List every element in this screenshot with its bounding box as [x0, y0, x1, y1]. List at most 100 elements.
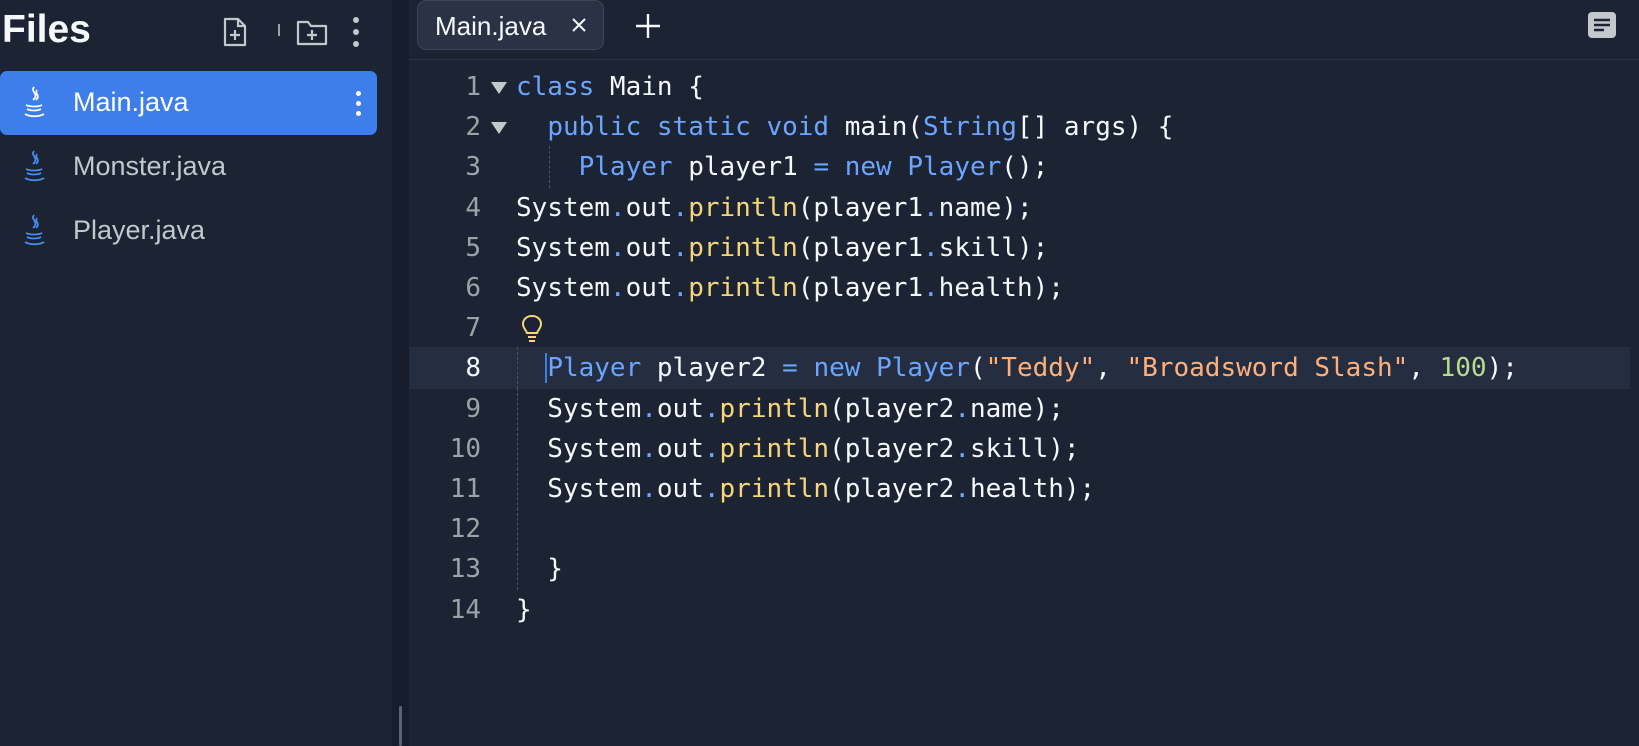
code-token: (player1 — [797, 232, 924, 263]
code-token: = — [813, 152, 830, 183]
code-token: health); — [938, 273, 1064, 303]
code-token: . — [609, 192, 626, 223]
folder-plus-icon — [296, 20, 328, 46]
java-icon — [24, 214, 45, 246]
code-token: new — [813, 353, 861, 384]
code-token: (player1 — [797, 273, 924, 303]
file-explorer: Files Main.java Monster.java Player.java — [0, 0, 392, 746]
code-token: out — [656, 474, 704, 504]
code-token: skill); — [969, 433, 1080, 464]
code-token: new — [844, 152, 892, 183]
code-token: skill); — [938, 232, 1049, 263]
new-folder-button[interactable] — [295, 14, 329, 50]
code-token: ( — [969, 353, 986, 384]
code-line[interactable]: 10 System.out.println(player2.skill); — [409, 427, 1630, 470]
code-token: out — [625, 192, 673, 223]
code-token: . — [641, 433, 657, 464]
file-menu-button[interactable] — [345, 85, 371, 121]
code-line[interactable]: 5 System.out.println(player1.skill); — [409, 227, 1630, 269]
code-line[interactable]: 3 Player player1 = new Player(); — [409, 146, 1630, 189]
code-area[interactable]: 1 class Main {2 public static void main(S… — [409, 66, 1630, 746]
code-token: 100 — [1439, 353, 1487, 384]
code-token: , — [1408, 353, 1440, 384]
file-name: Monster.java — [73, 151, 227, 181]
code-line[interactable]: 1 class Main { — [409, 66, 1630, 108]
code-line[interactable]: 12 — [409, 508, 1630, 551]
code-token: println — [719, 393, 830, 424]
code-token: = — [782, 353, 798, 384]
code-line[interactable]: 2 public static void main(String[] args)… — [409, 106, 1630, 148]
code-line[interactable]: 6 System.out.println(player1.health); — [409, 267, 1630, 309]
fold-arrow-icon[interactable] — [491, 122, 507, 135]
code-line[interactable]: 11 System.out.println(player2.health); — [409, 468, 1630, 510]
explorer-menu-button[interactable] — [339, 14, 373, 50]
kebab-menu-icon — [353, 17, 359, 47]
code-token: Player — [547, 353, 642, 384]
code-line[interactable]: 14} — [409, 589, 1630, 631]
code-text: System.out.println(player1.name); — [516, 187, 1033, 229]
fold-arrow-icon[interactable] — [491, 82, 507, 94]
code-token: out — [625, 273, 673, 303]
tab-bar: Main.java — [409, 0, 1639, 60]
code-token: . — [923, 192, 939, 223]
indent-guide — [517, 508, 518, 551]
code-token: System — [516, 273, 610, 303]
file-plus-icon — [223, 17, 247, 47]
code-text: } — [516, 548, 563, 590]
code-token: Player — [907, 152, 1002, 183]
code-token: System — [516, 474, 642, 504]
code-token: . — [954, 474, 970, 504]
code-token: class — [516, 72, 595, 102]
code-token: . — [641, 393, 657, 424]
code-line[interactable]: 7 — [409, 307, 1630, 349]
code-token: . — [609, 232, 626, 263]
resize-handle[interactable] — [399, 706, 402, 746]
tab-main-java[interactable]: Main.java — [417, 0, 604, 50]
code-token: System — [516, 433, 642, 464]
code-line[interactable]: 9 System.out.println(player2.name); — [409, 387, 1630, 430]
code-token: "Teddy" — [985, 353, 1096, 384]
code-token: . — [703, 393, 720, 424]
code-token: println — [688, 232, 798, 263]
code-line[interactable]: 13 } — [409, 548, 1630, 591]
code-text: Player player1 = new Player(); — [516, 146, 1049, 188]
file-item-player-java[interactable]: Player.java — [0, 199, 377, 263]
code-token: System — [516, 393, 642, 424]
close-icon[interactable] — [569, 15, 589, 35]
line-number: 2 — [465, 112, 481, 143]
code-text: System.out.println(player2.name); — [516, 388, 1064, 430]
lightbulb-icon[interactable] — [519, 313, 545, 345]
code-token: . — [954, 433, 970, 464]
line-number: 7 — [465, 313, 481, 344]
code-token: } — [516, 554, 563, 585]
code-token: public static void — [547, 112, 830, 143]
code-line[interactable]: 8 Player player2 = new Player("Teddy", "… — [409, 347, 1630, 390]
line-number: 3 — [465, 152, 481, 183]
plus-icon[interactable] — [630, 8, 666, 44]
line-number: 6 — [465, 273, 481, 303]
code-token: main( — [829, 112, 923, 143]
code-text: System.out.println(player1.skill); — [516, 227, 1048, 269]
code-token: Player — [578, 152, 673, 183]
code-token: (); — [1001, 152, 1049, 183]
file-item-monster-java[interactable]: Monster.java — [0, 135, 377, 199]
code-token: . — [923, 273, 939, 303]
code-token: . — [703, 474, 720, 504]
code-token: . — [609, 273, 626, 303]
new-file-button[interactable] — [218, 14, 252, 50]
file-item-main-java[interactable]: Main.java — [0, 71, 377, 135]
code-line[interactable]: 4 System.out.println(player1.name); — [409, 187, 1630, 229]
java-icon — [24, 150, 45, 182]
outline-icon[interactable] — [1585, 8, 1619, 42]
line-number: 4 — [465, 192, 481, 223]
line-number: 12 — [449, 514, 481, 545]
code-token: . — [672, 273, 689, 303]
line-number: 9 — [465, 393, 481, 424]
pane-divider[interactable] — [392, 0, 409, 746]
line-number: 1 — [465, 72, 481, 102]
code-text: } — [516, 589, 532, 631]
